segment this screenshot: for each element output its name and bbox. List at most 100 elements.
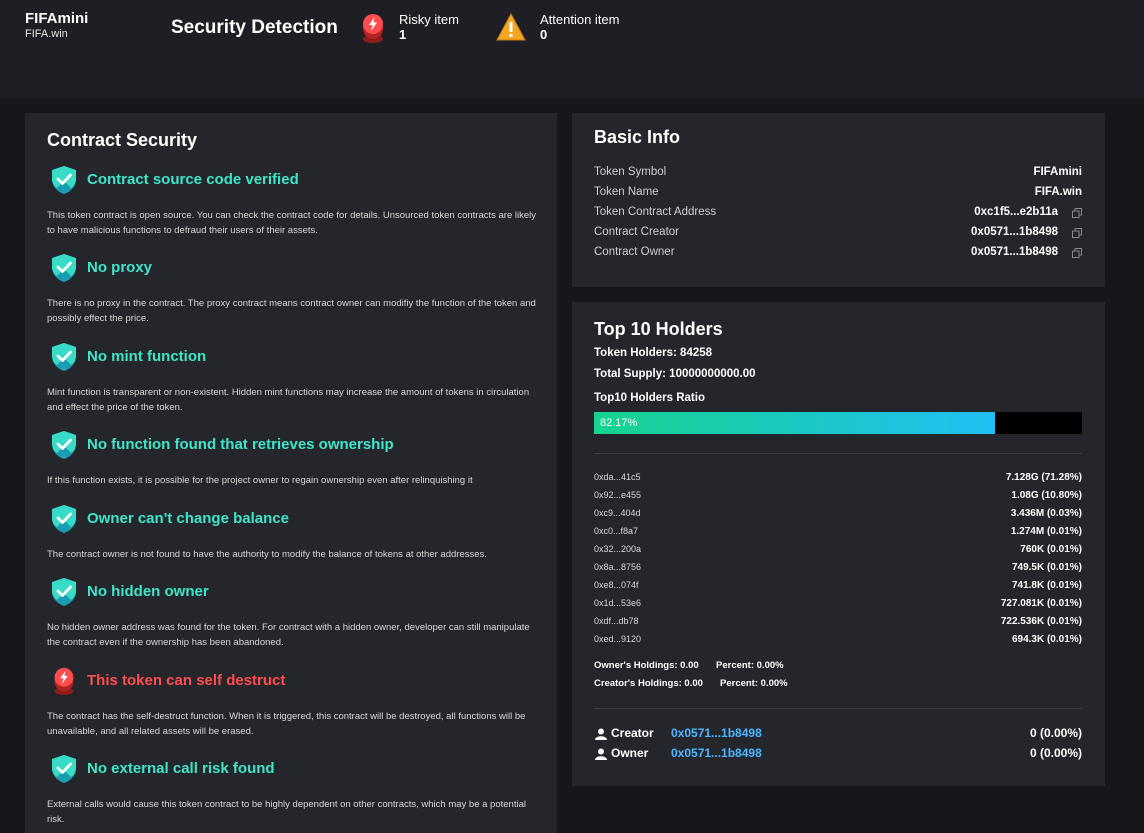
shield-check-icon xyxy=(51,165,77,200)
owner-holdings: Owner's Holdings: 0.00 Percent: 0.00% xyxy=(594,660,784,671)
owner-row: Owner 0x0571...1b8498 0 (0.00%) xyxy=(594,746,1082,764)
creator-address-link[interactable]: 0x0571...1b8498 xyxy=(671,726,762,740)
contract-security-title: Contract Security xyxy=(47,130,198,150)
owner-label: Owner xyxy=(611,746,649,760)
token-name: FIFAmini xyxy=(25,10,89,27)
basic-info-title: Basic Info xyxy=(594,127,681,147)
basic-info-row: Contract Creator 0x0571...1b8498 xyxy=(594,226,1082,246)
security-check-description: No hidden owner address was found for th… xyxy=(47,622,530,648)
holder-amount: 694.3K (0.01%) xyxy=(1011,634,1082,645)
holder-row: 0xda...41c5 7.128G (71.28%) xyxy=(594,472,1082,488)
holder-row: 0xc0...f8a7 1.274M (0.01%) xyxy=(594,526,1082,542)
holder-address[interactable]: 0xda...41c5 xyxy=(594,472,641,482)
attention-item-label: Attention item xyxy=(540,12,620,27)
copy-icon[interactable] xyxy=(1072,228,1082,238)
owner-holdings-value: Owner's Holdings: 0.00 xyxy=(594,660,699,671)
basic-info-row: Token Contract Address 0xc1f5...e2b11a xyxy=(594,206,1082,226)
security-check-title: No mint function xyxy=(87,348,207,365)
owner-holding-value: 0 (0.00%) xyxy=(1029,746,1082,760)
holder-row: 0xed...9120 694.3K (0.01%) xyxy=(594,634,1082,650)
top10-ratio-text: 82.17% xyxy=(600,417,638,429)
holder-amount: 1.08G (10.80%) xyxy=(1011,490,1082,501)
security-check-description: There is no proxy in the contract. The p… xyxy=(47,298,536,324)
shield-check-icon xyxy=(51,342,77,377)
token-brand: FIFAmini FIFA.win xyxy=(25,10,88,40)
security-check-title: This token can self destruct xyxy=(87,672,286,689)
token-site: FIFA.win xyxy=(25,28,68,40)
holder-address[interactable]: 0x1d...53e6 xyxy=(594,598,641,608)
holder-row: 0xc9...404d 3.436M (0.03%) xyxy=(594,508,1082,524)
holder-amount: 741.8K (0.01%) xyxy=(1011,580,1082,591)
basic-info-value: FIFA.win xyxy=(1034,186,1082,198)
holder-address[interactable]: 0xed...9120 xyxy=(594,634,641,644)
risk-lightning-icon xyxy=(51,666,77,701)
basic-info-value: 0x0571...1b8498 xyxy=(971,226,1058,238)
holder-row: 0x92...e455 1.08G (10.80%) xyxy=(594,490,1082,506)
creator-holding-value: 0 (0.00%) xyxy=(1029,726,1082,740)
basic-info-label: Token Contract Address xyxy=(594,206,717,218)
security-check-description: This token contract is open source. You … xyxy=(47,210,536,236)
holder-amount: 7.128G (71.28%) xyxy=(1005,472,1082,483)
security-check-description: The contract owner is not found to have … xyxy=(47,549,487,560)
basic-info-value: 0xc1f5...e2b11a xyxy=(974,206,1058,218)
holder-address[interactable]: 0x32...200a xyxy=(594,544,641,554)
copy-icon[interactable] xyxy=(1072,248,1082,258)
creator-row: Creator 0x0571...1b8498 0 (0.00%) xyxy=(594,726,1082,744)
holder-address[interactable]: 0x8a...8756 xyxy=(594,562,641,572)
basic-info-row: Token Symbol FIFAmini xyxy=(594,166,1082,186)
holder-address[interactable]: 0xdf...db78 xyxy=(594,616,639,626)
divider xyxy=(594,453,1082,454)
security-check-title: Contract source code verified xyxy=(87,171,299,188)
basic-info-panel: Basic Info Token Symbol FIFAmini Token Nam… xyxy=(572,113,1105,287)
attention-item-count: 0 xyxy=(540,27,548,42)
security-check-description: If this function exists, it is possible … xyxy=(47,475,473,486)
holder-address[interactable]: 0x92...e455 xyxy=(594,490,641,500)
shield-check-icon xyxy=(51,754,77,789)
top-holders-title: Top 10 Holders xyxy=(594,319,723,339)
basic-info-row: Contract Owner 0x0571...1b8498 xyxy=(594,246,1082,266)
holder-amount: 727.081K (0.01%) xyxy=(1000,598,1082,609)
holder-row: 0xe8...074f 741.8K (0.01%) xyxy=(594,580,1082,596)
person-icon xyxy=(595,728,607,743)
owner-address-link[interactable]: 0x0571...1b8498 xyxy=(671,746,762,760)
shield-check-icon xyxy=(51,504,77,539)
divider xyxy=(594,708,1082,709)
creator-holdings-value: Creator's Holdings: 0.00 xyxy=(594,678,703,689)
basic-info-label: Contract Owner xyxy=(594,246,675,258)
contract-security-panel: Contract Security Contract source code v… xyxy=(25,113,557,833)
person-icon xyxy=(595,748,607,763)
holder-amount: 749.5K (0.01%) xyxy=(1011,562,1082,573)
top10-ratio-fill xyxy=(594,412,995,434)
security-check-title: No external call risk found xyxy=(87,760,275,777)
security-check-title: No hidden owner xyxy=(87,583,209,600)
holder-amount: 760K (0.01%) xyxy=(1020,544,1082,555)
basic-info-label: Token Symbol xyxy=(594,166,667,178)
top-header: FIFAmini FIFA.win Security Detection Ris… xyxy=(0,0,1144,98)
holder-row: 0x8a...8756 749.5K (0.01%) xyxy=(594,562,1082,578)
basic-info-label: Contract Creator xyxy=(594,226,680,238)
token-holders-count: Token Holders: 84258 xyxy=(594,347,713,359)
warning-triangle-icon xyxy=(496,12,526,47)
basic-info-value: 0x0571...1b8498 xyxy=(971,246,1058,258)
top10-ratio-bar: 82.17% xyxy=(594,412,1082,434)
holder-address[interactable]: 0xc0...f8a7 xyxy=(594,526,638,536)
holder-amount: 1.274M (0.01%) xyxy=(1010,526,1082,537)
security-check-description: The contract has the self-destruct funct… xyxy=(47,711,526,737)
basic-info-value: FIFAmini xyxy=(1033,166,1082,178)
creator-holdings: Creator's Holdings: 0.00 Percent: 0.00% xyxy=(594,678,788,689)
total-supply: Total Supply: 10000000000.00 xyxy=(594,368,756,380)
holder-row: 0xdf...db78 722.536K (0.01%) xyxy=(594,616,1082,632)
holder-address[interactable]: 0xc9...404d xyxy=(594,508,641,518)
holder-row: 0x32...200a 760K (0.01%) xyxy=(594,544,1082,560)
shield-check-icon xyxy=(51,253,77,288)
security-check-title: Owner can't change balance xyxy=(87,510,289,527)
risk-lightning-icon xyxy=(361,12,385,49)
risky-item-label: Risky item xyxy=(399,12,459,27)
basic-info-label: Token Name xyxy=(594,186,659,198)
basic-info-row: Token Name FIFA.win xyxy=(594,186,1082,206)
owner-holdings-percent: Percent: 0.00% xyxy=(716,660,784,671)
holder-row: 0x1d...53e6 727.081K (0.01%) xyxy=(594,598,1082,614)
holder-address[interactable]: 0xe8...074f xyxy=(594,580,639,590)
holder-amount: 722.536K (0.01%) xyxy=(1000,616,1082,627)
copy-icon[interactable] xyxy=(1072,208,1082,218)
